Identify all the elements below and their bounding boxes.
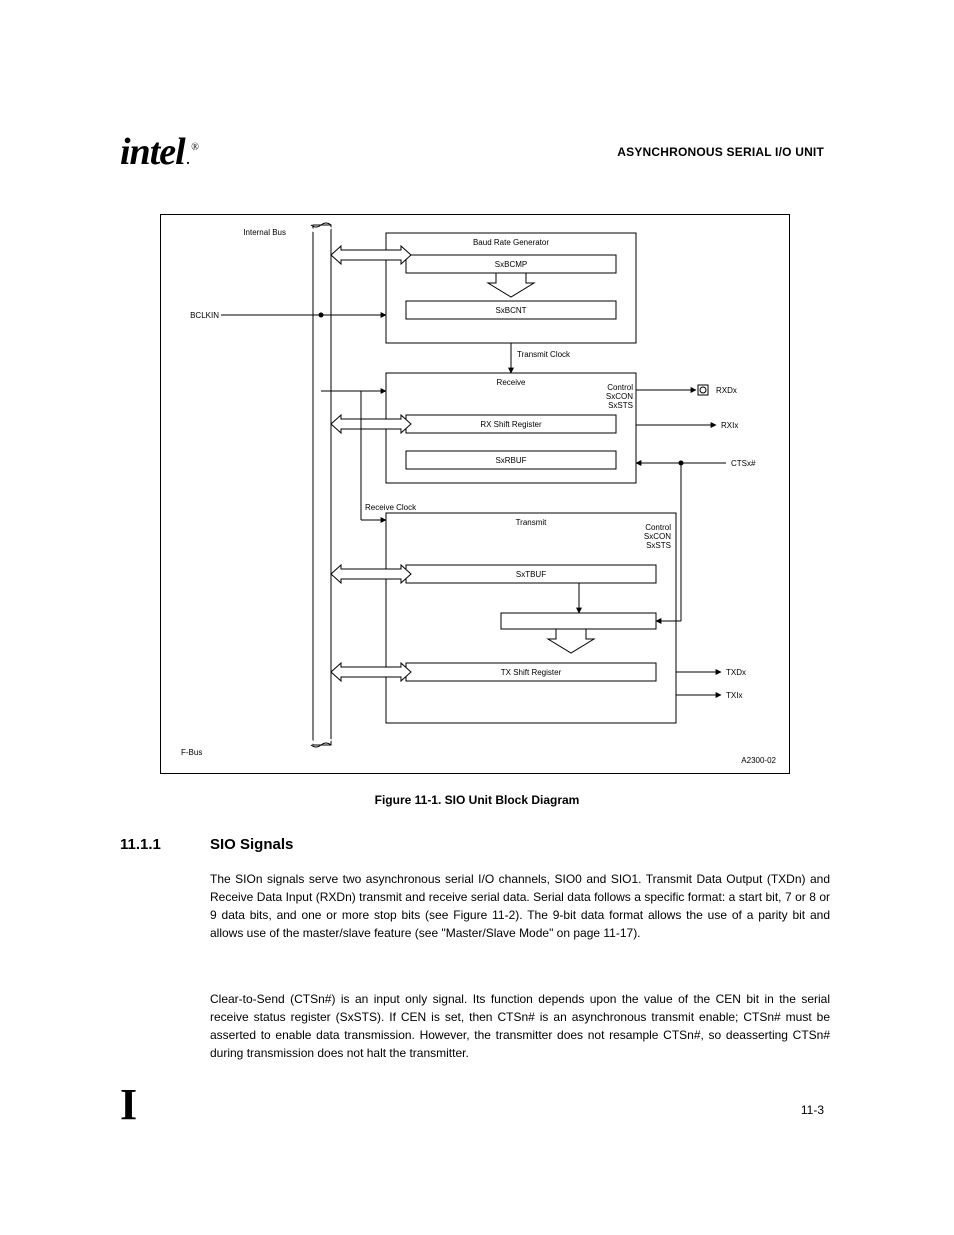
rxd-label: RXDx [716, 386, 737, 395]
txd-label: TXDx [726, 668, 746, 677]
diagram-id: A2300-02 [741, 756, 776, 765]
receive-block: Receive Control SxCON SxSTS RX Shift Reg… [386, 373, 636, 483]
figure-caption: Figure 11-1. SIO Unit Block Diagram [0, 793, 954, 807]
block-diagram: F-Bus Internal Bus SxBCMP SxBCNT Baud Ra… [161, 215, 789, 773]
page-header-right: ASYNCHRONOUS SERIAL I/O UNIT [617, 145, 824, 159]
footer-right: 11-3 [801, 1103, 824, 1117]
rx-ctrl-l1: Control [607, 383, 633, 392]
brand-logo: intel.® [120, 130, 198, 174]
baud-title: Baud Rate Generator [473, 238, 549, 247]
fbus [311, 223, 331, 747]
rx-clock: Receive Clock [365, 503, 417, 512]
txi-label: TXIx [726, 691, 742, 700]
baud-cmp: SxBCMP [495, 260, 527, 269]
footer-left: I [120, 1079, 137, 1130]
paragraph-2: Clear-to-Send (CTSn#) is an input only s… [210, 990, 830, 1062]
logo-text: intel [120, 131, 185, 173]
paragraph-1: The SIOn signals serve two asynchronous … [210, 870, 830, 942]
figure-frame: F-Bus Internal Bus SxBCMP SxBCNT Baud Ra… [160, 214, 790, 774]
tx-shift: TX Shift Register [501, 668, 562, 677]
rx-title: Receive [497, 378, 526, 387]
rx-ctrl-l3: SxSTS [608, 401, 633, 410]
rx-ctrl-l2: SxCON [606, 392, 633, 401]
baud-block: SxBCMP SxBCNT Baud Rate Generator [386, 233, 636, 343]
tx-title: Transmit [516, 518, 548, 527]
tx-ctrl-l1: Control [645, 523, 671, 532]
section-number: 11.1.1 [120, 836, 161, 853]
rx-shift: RX Shift Register [480, 420, 542, 429]
tx-ctrl-l3: SxSTS [646, 541, 671, 550]
tx-clock: Transmit Clock [517, 350, 571, 359]
rx-rbuf: SxRBUF [495, 456, 526, 465]
tx-ctrl-l2: SxCON [644, 532, 671, 541]
bus-top-label: Internal Bus [243, 228, 286, 237]
section-title: SIO Signals [210, 836, 293, 853]
rxi-label: RXIx [721, 421, 738, 430]
fbus-label: F-Bus [181, 748, 202, 757]
logo-reg: ® [191, 142, 198, 153]
bclkin-label: BCLKIN [190, 311, 219, 320]
logo-dot: . [186, 148, 190, 168]
tx-tbuf: SxTBUF [516, 570, 546, 579]
baud-cnt: SxBCNT [495, 306, 526, 315]
transmit-block: Transmit Control SxCON SxSTS SxTBUF TX S [386, 463, 681, 723]
cts-label: CTSx# [731, 459, 756, 468]
